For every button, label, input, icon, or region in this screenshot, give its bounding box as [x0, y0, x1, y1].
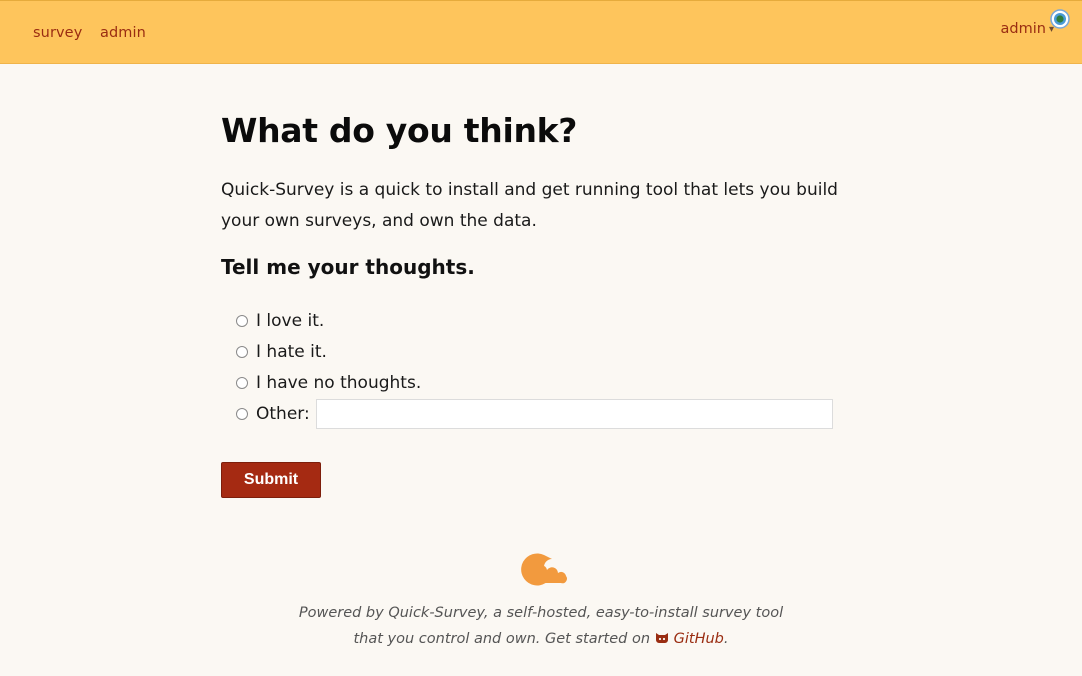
other-text-input[interactable] — [315, 398, 833, 429]
radio-button[interactable] — [236, 345, 248, 358]
user-menu-dropdown[interactable]: admin ▾ — [1001, 21, 1054, 37]
answer-options: I love it. I hate it. I have no thoughts… — [236, 305, 833, 429]
github-link[interactable]: GitHub — [655, 631, 724, 647]
submit-button[interactable]: Submit — [221, 462, 321, 498]
radio-button[interactable] — [236, 407, 248, 420]
option-no-thoughts[interactable]: I have no thoughts. — [236, 367, 833, 398]
intro-text: Quick-Survey is a quick to install and g… — [221, 180, 838, 231]
user-menu-label: admin — [1000, 21, 1046, 37]
option-other[interactable]: Other: — [236, 398, 833, 429]
nav-link-survey[interactable]: survey — [33, 25, 82, 41]
footer-line-1: Powered by Quick-Survey, a self-hosted, … — [298, 605, 784, 621]
footer-line-2-text: that you control and own. Get started on — [353, 631, 651, 647]
option-label: I hate it. — [256, 341, 327, 362]
option-label: I love it. — [256, 310, 325, 331]
footer-period: . — [723, 631, 729, 647]
footer: Powered by Quick-Survey, a self-hosted, … — [0, 600, 1082, 652]
github-octocat-icon — [655, 633, 668, 643]
nav-link-admin[interactable]: admin — [100, 25, 146, 41]
option-label: Other: — [256, 403, 310, 424]
option-label: I have no thoughts. — [256, 372, 422, 393]
github-link-label: GitHub — [673, 631, 724, 647]
question-heading: Tell me your thoughts. — [221, 255, 475, 279]
radio-button[interactable] — [236, 314, 248, 327]
top-navbar: survey admin admin ▾ — [0, 0, 1082, 64]
radio-button[interactable] — [236, 376, 248, 389]
option-hate-it[interactable]: I hate it. — [236, 336, 833, 367]
footer-line-2: that you control and own. Get started on… — [0, 626, 1082, 652]
option-love-it[interactable]: I love it. — [236, 305, 833, 336]
quick-survey-logo-icon — [521, 553, 567, 586]
page-title: What do you think? — [221, 111, 578, 150]
status-dot-icon — [1050, 9, 1070, 29]
